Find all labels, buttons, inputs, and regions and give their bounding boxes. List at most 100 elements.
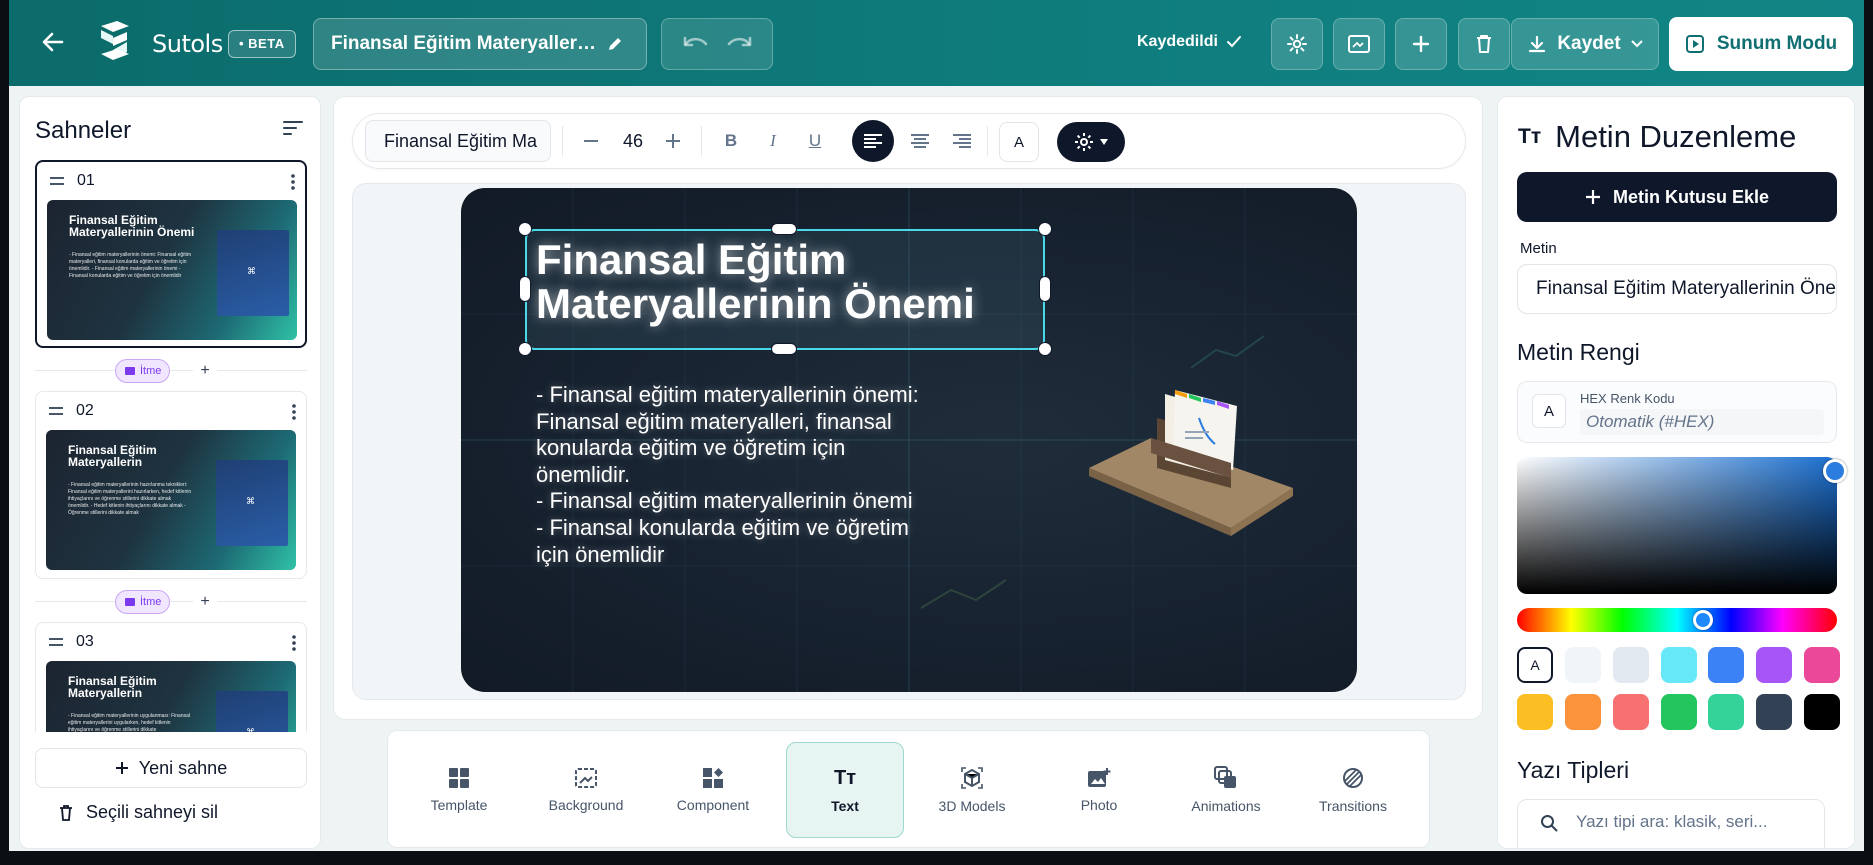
scene-number: 01 xyxy=(77,172,95,189)
present-mode-button[interactable]: Sunum Modu xyxy=(1669,17,1853,71)
trash-icon xyxy=(58,804,74,822)
resize-handle[interactable] xyxy=(1038,342,1052,356)
scene-thumbnail[interactable]: Finansal Eğitim Materyallerin - Finansal… xyxy=(46,661,296,732)
resize-handle[interactable] xyxy=(518,342,532,356)
more-vertical-icon[interactable] xyxy=(292,635,296,651)
scene-thumbnail[interactable]: Finansal Eğitim Materyallerin - Finansal… xyxy=(46,430,296,570)
component-tool[interactable]: Component xyxy=(654,742,772,838)
cube-icon xyxy=(960,766,984,790)
bold-icon[interactable]: B xyxy=(717,124,745,158)
redo-icon[interactable] xyxy=(725,34,753,54)
text-color-button[interactable]: A xyxy=(999,122,1039,162)
scene-card-02[interactable]: 02 Finansal Eğitim Materyallerin - Finan… xyxy=(35,391,307,579)
more-vertical-icon[interactable] xyxy=(291,174,295,190)
photo-tool[interactable]: Photo xyxy=(1040,742,1158,838)
settings-button[interactable] xyxy=(1271,18,1323,70)
add-button[interactable] xyxy=(1395,18,1447,70)
plus-icon xyxy=(1411,34,1431,54)
new-scene-button[interactable]: Yeni sahne xyxy=(35,748,307,788)
background-tool[interactable]: Background xyxy=(527,742,645,838)
color-swatch[interactable] xyxy=(1756,694,1792,730)
scenes-sidebar: Sahneler 01 Finansal Eğitim Materyalleri… xyxy=(19,96,321,849)
hex-input[interactable]: Otomatik (#HEX) xyxy=(1580,409,1824,435)
slide-canvas[interactable]: Finansal Eğitim Materyallerinin Önemi - … xyxy=(461,188,1357,692)
color-swatch[interactable] xyxy=(1517,694,1553,730)
effects-dropdown[interactable] xyxy=(1057,122,1125,162)
align-left-icon[interactable] xyxy=(852,120,894,162)
screen-icon xyxy=(1347,33,1371,55)
color-swatch[interactable] xyxy=(1708,694,1744,730)
new-scene-label: Yeni sahne xyxy=(138,757,228,778)
save-dropdown-button[interactable]: Kaydet xyxy=(1511,18,1659,70)
color-swatch[interactable] xyxy=(1613,647,1649,683)
panel-header: Tт Metin Duzenleme xyxy=(1518,119,1796,155)
delete-scene-button[interactable]: Seçili sahneyi sil xyxy=(58,802,218,823)
slide-body-text[interactable]: - Finansal eğitim materyallerinin önemi:… xyxy=(536,382,976,568)
aspect-ratio-button[interactable] xyxy=(1333,18,1385,70)
plus-icon[interactable] xyxy=(659,124,687,158)
saturation-knob[interactable] xyxy=(1823,459,1847,483)
current-color-swatch[interactable]: A xyxy=(1532,394,1566,428)
more-vertical-icon[interactable] xyxy=(292,404,296,420)
thumbnail-title: Finansal Eğitim Materyallerin xyxy=(68,443,157,469)
resize-handle[interactable] xyxy=(518,222,532,236)
color-swatch[interactable] xyxy=(1756,647,1792,683)
minus-icon[interactable] xyxy=(577,124,605,158)
color-swatch[interactable] xyxy=(1708,647,1744,683)
template-tool[interactable]: Template xyxy=(400,742,518,838)
color-swatch[interactable] xyxy=(1565,647,1601,683)
transition-pill[interactable]: İtme xyxy=(115,359,171,383)
scene-card-03[interactable]: 03 Finansal Eğitim Materyallerin - Finan… xyxy=(35,622,307,732)
saturation-value-picker[interactable] xyxy=(1517,457,1847,594)
color-swatch[interactable] xyxy=(1661,647,1697,683)
add-transition-icon[interactable]: + xyxy=(193,359,217,383)
delete-button[interactable] xyxy=(1458,18,1510,70)
resize-handle[interactable] xyxy=(1038,222,1052,236)
thumbnail-image xyxy=(217,230,289,316)
undo-icon[interactable] xyxy=(682,34,710,54)
add-text-box-button[interactable]: Metin Kutusu Ekle xyxy=(1517,172,1837,222)
drag-handle-icon[interactable] xyxy=(49,176,65,186)
color-swatch[interactable] xyxy=(1565,694,1601,730)
gear-icon xyxy=(1286,33,1308,55)
align-center-icon[interactable] xyxy=(906,124,934,158)
presentation-title-field[interactable]: Finansal Eğitim Materyallerinin... xyxy=(313,18,647,70)
sort-icon[interactable] xyxy=(282,119,304,137)
undo-redo-group xyxy=(661,18,773,70)
transition-pill[interactable]: İtme xyxy=(115,590,171,614)
drag-handle-icon[interactable] xyxy=(48,406,64,416)
color-swatch[interactable] xyxy=(1613,694,1649,730)
resize-handle[interactable] xyxy=(771,223,797,235)
color-swatch[interactable] xyxy=(1804,694,1840,730)
color-swatch[interactable] xyxy=(1804,647,1840,683)
text-edit-panel: Tт Metin Duzenleme Metin Kutusu Ekle Met… xyxy=(1497,96,1855,849)
animations-tool[interactable]: Animations xyxy=(1167,742,1285,838)
back-arrow-icon[interactable] xyxy=(39,28,67,56)
slide-title[interactable]: Finansal Eğitim Materyallerinin Önemi xyxy=(536,238,1036,326)
text-tool[interactable]: Tт Text xyxy=(786,742,904,838)
hue-knob[interactable] xyxy=(1693,610,1713,630)
3d-document-tray-model[interactable] xyxy=(1081,378,1301,538)
scene-thumbnail[interactable]: Finansal Eğitim Materyallerinin Önemi - … xyxy=(47,200,297,340)
text-content-input[interactable]: Finansal Eğitim Materyallerinin Önemi xyxy=(1517,264,1837,314)
italic-icon[interactable]: I xyxy=(759,124,787,158)
resize-handle[interactable] xyxy=(519,276,531,302)
drag-handle-icon[interactable] xyxy=(48,637,64,647)
add-transition-icon[interactable]: + xyxy=(193,590,217,614)
pencil-icon[interactable] xyxy=(607,36,623,52)
font-search-input[interactable]: Yazı tipi ara: klasik, seri... xyxy=(1517,799,1825,848)
hue-slider[interactable] xyxy=(1517,608,1837,632)
footer-strip xyxy=(0,851,1873,865)
underline-icon[interactable]: U xyxy=(801,124,829,158)
align-right-icon[interactable] xyxy=(948,124,976,158)
resize-handle[interactable] xyxy=(771,343,797,355)
transitions-tool[interactable]: Transitions xyxy=(1294,742,1412,838)
auto-color-swatch[interactable]: A xyxy=(1517,647,1553,683)
scene-card-01[interactable]: 01 Finansal Eğitim Materyallerinin Önemi… xyxy=(35,160,307,348)
font-size-value[interactable]: 46 xyxy=(615,124,651,158)
font-family-select[interactable]: Finansal Eğitim Ma xyxy=(365,120,551,162)
color-swatch[interactable] xyxy=(1661,694,1697,730)
3d-models-tool[interactable]: 3D Models xyxy=(913,742,1031,838)
resize-handle[interactable] xyxy=(1039,276,1051,302)
text-icon: Tт xyxy=(833,766,856,789)
